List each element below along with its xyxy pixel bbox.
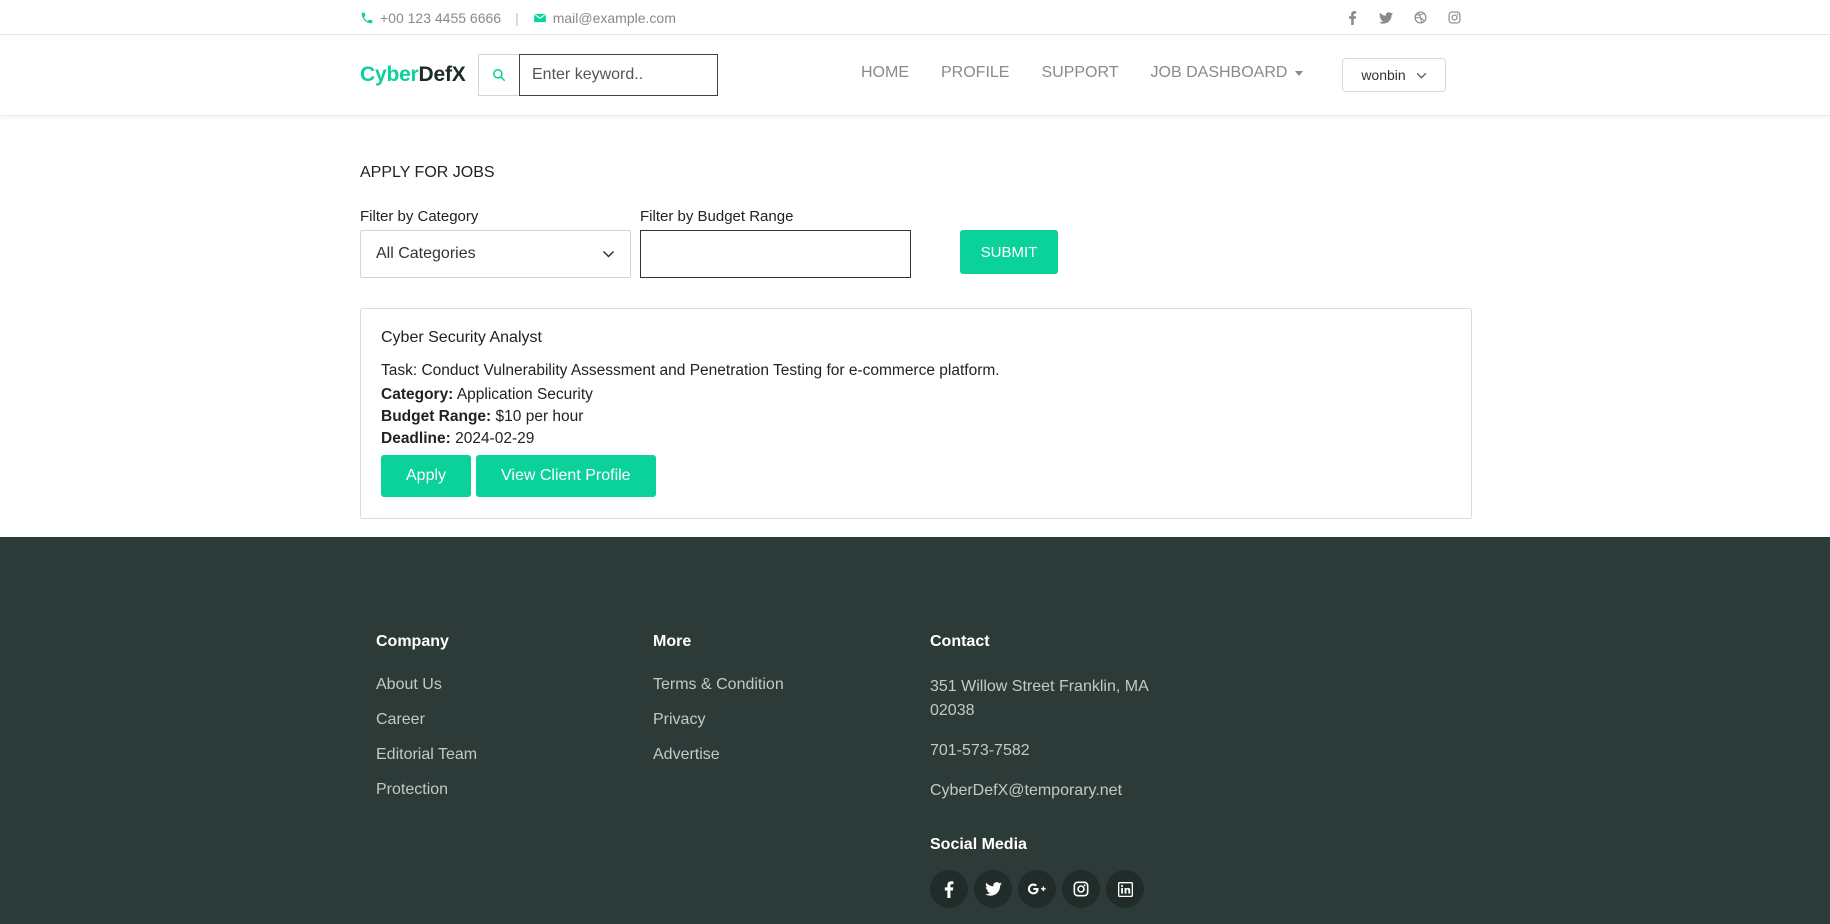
apply-button[interactable]: Apply <box>381 455 472 497</box>
job-task: Task: Conduct Vulnerability Assessment a… <box>381 362 1000 379</box>
job-category: Category: Application Security <box>381 386 1451 404</box>
submit-button[interactable]: SUBMIT <box>960 230 1058 274</box>
user-name: wonbin <box>1361 67 1406 83</box>
dribbble-icon[interactable] <box>1412 10 1428 26</box>
category-select[interactable]: All Categories <box>360 230 631 278</box>
search-input[interactable] <box>519 54 718 96</box>
search-icon <box>492 68 506 82</box>
main-header: CyberDefX HOME PROFILE SUPPORT JOB DASHB… <box>0 35 1830 116</box>
filter-budget-label: Filter by Budget Range <box>640 208 794 225</box>
logo-part2: DefX <box>418 63 466 86</box>
facebook-icon[interactable] <box>930 870 968 908</box>
job-category-value: Application Security <box>456 386 593 403</box>
search-button[interactable] <box>478 54 519 96</box>
main-nav: HOME PROFILE SUPPORT JOB DASHBOARD <box>861 64 1335 82</box>
topbar-email-text: mail@example.com <box>552 9 676 26</box>
nav-job-dashboard[interactable]: JOB DASHBOARD <box>1151 64 1304 82</box>
instagram-icon[interactable] <box>1446 10 1462 26</box>
footer-contact: Contact 351 Willow Street Franklin, MA 0… <box>930 633 1149 908</box>
footer-link-terms[interactable]: Terms & Condition <box>653 676 784 694</box>
top-bar: +00 123 4455 6666 | mail@example.com <box>0 0 1830 35</box>
footer-company-heading: Company <box>376 633 449 650</box>
footer-link-protection[interactable]: Protection <box>376 781 477 799</box>
caret-down-icon <box>1295 70 1304 76</box>
footer-contact-heading: Contact <box>930 633 990 650</box>
footer-link-editorial-team[interactable]: Editorial Team <box>376 746 477 764</box>
nav-profile[interactable]: PROFILE <box>941 64 1009 82</box>
nav-home[interactable]: HOME <box>861 64 909 82</box>
chevron-down-icon <box>602 250 615 258</box>
category-select-value: All Categories <box>376 245 476 262</box>
instagram-icon[interactable] <box>1062 870 1100 908</box>
topbar-email[interactable]: mail@example.com <box>533 10 676 26</box>
footer-phone[interactable]: 701-573-7582 <box>930 739 1149 763</box>
nav-support[interactable]: SUPPORT <box>1041 64 1118 82</box>
logo-part1: Cyber <box>360 63 419 86</box>
view-client-profile-button[interactable]: View Client Profile <box>476 455 656 497</box>
job-budget: Budget Range: $10 per hour <box>381 408 1451 426</box>
job-card: Cyber Security Analyst Task: Conduct Vul… <box>360 308 1472 519</box>
user-dropdown[interactable]: wonbin <box>1342 58 1446 92</box>
main-content: APPLY FOR JOBS Filter by Category Filter… <box>360 160 1472 519</box>
topbar-phone[interactable]: +00 123 4455 6666 <box>360 10 501 26</box>
facebook-icon[interactable] <box>1344 10 1360 26</box>
job-title: Cyber Security Analyst <box>381 329 542 346</box>
google-plus-icon[interactable] <box>1018 870 1056 908</box>
twitter-icon[interactable] <box>1378 10 1394 26</box>
footer-link-about-us[interactable]: About Us <box>376 676 477 694</box>
page-title: APPLY FOR JOBS <box>360 164 495 181</box>
footer-social-heading: Social Media <box>930 836 1027 853</box>
job-budget-value: $10 per hour <box>495 408 584 425</box>
mail-icon <box>533 13 546 22</box>
top-bar-inner: +00 123 4455 6666 | mail@example.com <box>360 0 1462 35</box>
footer-address-line2: 02038 <box>930 702 975 719</box>
topbar-social <box>1344 10 1462 26</box>
chevron-down-icon <box>1416 72 1427 79</box>
footer-address-line1: 351 Willow Street Franklin, MA <box>930 678 1149 695</box>
footer-link-privacy[interactable]: Privacy <box>653 711 784 729</box>
filters: Filter by Category Filter by Budget Rang… <box>360 208 1472 288</box>
job-budget-label: Budget Range: <box>381 408 492 425</box>
job-deadline: Deadline: 2024-02-29 <box>381 430 1451 448</box>
job-actions: Apply View Client Profile <box>381 455 1451 497</box>
linkedin-icon[interactable] <box>1106 870 1144 908</box>
topbar-separator: | <box>515 9 519 26</box>
footer-more-heading: More <box>653 633 692 650</box>
phone-icon <box>361 12 373 23</box>
job-deadline-label: Deadline: <box>381 430 451 447</box>
twitter-icon[interactable] <box>974 870 1012 908</box>
logo[interactable]: CyberDefX <box>360 63 466 87</box>
budget-range-input[interactable] <box>640 230 911 278</box>
search-bar <box>478 54 718 96</box>
topbar-phone-text: +00 123 4455 6666 <box>380 9 502 26</box>
nav-job-dashboard-label: JOB DASHBOARD <box>1150 64 1288 81</box>
footer-social-row <box>930 870 1149 908</box>
filter-category-label: Filter by Category <box>360 208 479 225</box>
job-category-label: Category: <box>381 386 454 403</box>
job-deadline-value: 2024-02-29 <box>455 430 535 447</box>
footer: Company About Us Career Editorial Team P… <box>0 537 1830 924</box>
footer-link-career[interactable]: Career <box>376 711 477 729</box>
footer-company: Company About Us Career Editorial Team P… <box>376 633 477 799</box>
footer-link-advertise[interactable]: Advertise <box>653 746 784 764</box>
footer-email[interactable]: CyberDefX@temporary.net <box>930 779 1149 803</box>
footer-more: More Terms & Condition Privacy Advertise <box>653 633 784 764</box>
